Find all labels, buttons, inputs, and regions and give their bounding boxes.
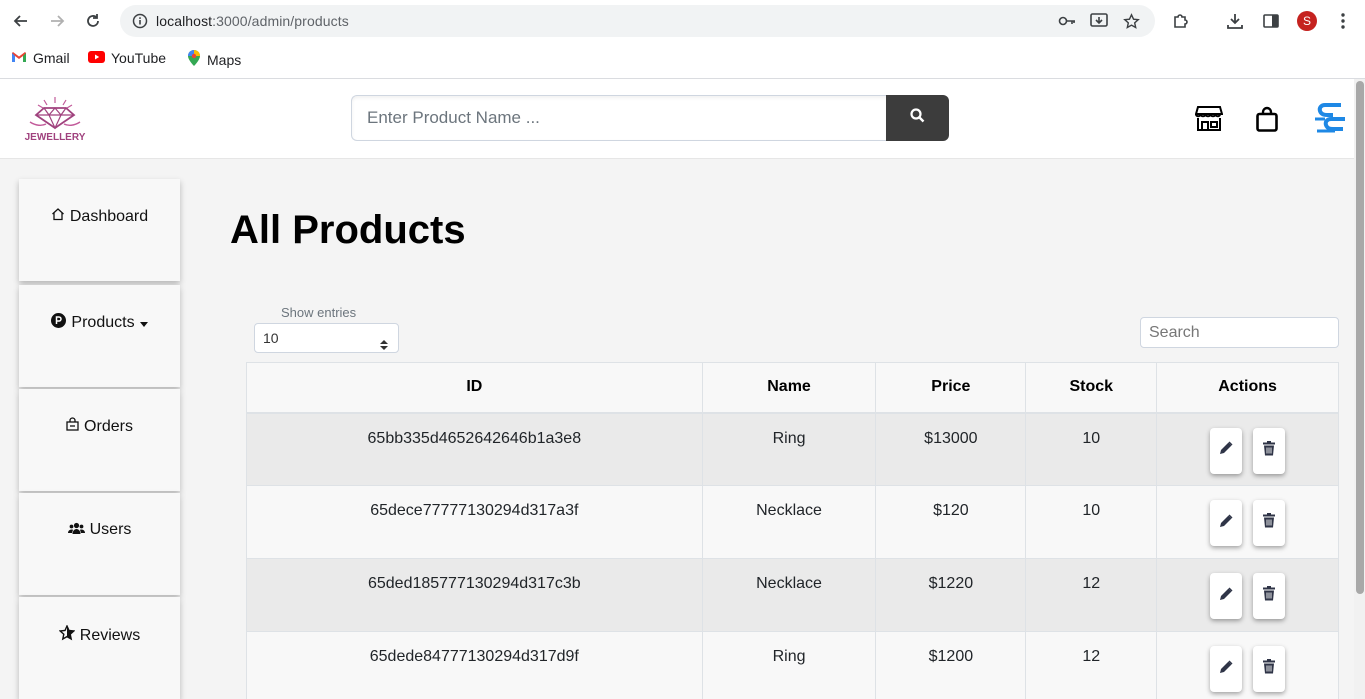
jewellery-logo[interactable]: JEWELLERY — [22, 95, 88, 143]
side-panel-icon[interactable] — [1261, 11, 1281, 31]
url-text: localhost:3000/admin/products — [156, 13, 349, 29]
trash-icon — [1262, 513, 1275, 533]
product-search — [351, 95, 949, 141]
trash-icon — [1262, 440, 1275, 461]
pencil-icon — [1219, 441, 1233, 460]
app-header: JEWELLERY — [0, 79, 1354, 159]
bookmark-youtube[interactable]: YouTube — [88, 50, 166, 66]
scrollbar-thumb[interactable] — [1356, 81, 1364, 594]
store-icon[interactable] — [1195, 103, 1223, 133]
bookmark-gmail[interactable]: Gmail — [11, 50, 70, 66]
edit-button[interactable] — [1210, 646, 1243, 692]
pencil-icon — [1219, 660, 1233, 679]
gmail-icon — [11, 50, 27, 66]
cell-actions — [1156, 412, 1339, 486]
sidebar-item-reviews[interactable]: Reviews — [19, 597, 180, 699]
sidebar-item-users[interactable]: Users — [19, 493, 180, 595]
table-row: 65bb335d4652642646b1a3e8 Ring $13000 10 — [246, 412, 1339, 486]
entries-per-page-select[interactable]: 10 — [254, 323, 399, 353]
page-scrollbar[interactable] — [1354, 79, 1365, 699]
youtube-icon — [88, 50, 105, 66]
cell-stock: 10 — [1025, 485, 1158, 559]
sidebar-item-orders[interactable]: Orders — [19, 389, 180, 491]
delete-button[interactable] — [1252, 573, 1285, 619]
profile-avatar[interactable]: S — [1297, 11, 1317, 31]
sidebar-item-products[interactable]: Products — [19, 285, 180, 387]
table-row: 65ded185777130294d317c3b Necklace $1220 … — [246, 558, 1339, 632]
product-search-input[interactable] — [351, 95, 887, 141]
address-bar[interactable]: localhost:3000/admin/products — [120, 5, 1155, 37]
cell-price: $120 — [875, 485, 1027, 559]
pencil-icon — [1219, 514, 1233, 533]
page-title: All Products — [230, 208, 466, 252]
column-header-price[interactable]: Price — [875, 362, 1027, 414]
cell-id: 65dece77777130294d317a3f — [246, 485, 703, 559]
trash-icon — [1262, 659, 1275, 679]
select-updown-icon — [380, 332, 388, 360]
column-header-stock[interactable]: Stock — [1025, 362, 1158, 414]
cell-stock: 12 — [1025, 558, 1158, 632]
show-entries-label: Show entries — [281, 305, 357, 320]
forward-icon[interactable] — [46, 10, 68, 32]
delete-button[interactable] — [1252, 646, 1285, 692]
trash-icon — [1262, 586, 1275, 606]
column-header-actions: Actions — [1156, 362, 1339, 414]
cell-id: 65ded185777130294d317c3b — [246, 558, 703, 632]
cell-stock: 10 — [1025, 412, 1158, 486]
cell-actions — [1156, 485, 1339, 559]
brand-ss-logo[interactable] — [1311, 99, 1349, 137]
cell-actions — [1156, 631, 1339, 699]
delete-button[interactable] — [1252, 500, 1285, 546]
bookmarks-bar: Gmail YouTube Maps — [0, 42, 1365, 79]
maps-icon — [187, 50, 201, 69]
column-header-name[interactable]: Name — [701, 362, 877, 414]
reload-icon[interactable] — [82, 10, 104, 32]
bookmark-maps[interactable]: Maps — [187, 50, 241, 69]
shopping-bag-icon[interactable] — [1255, 105, 1279, 133]
extensions-icon[interactable] — [1171, 11, 1191, 31]
svg-text:JEWELLERY: JEWELLERY — [25, 132, 86, 143]
downloads-icon[interactable] — [1225, 11, 1245, 31]
cell-name: Necklace — [701, 558, 877, 632]
cell-id: 65bb335d4652642646b1a3e8 — [246, 412, 703, 486]
cell-name: Ring — [701, 631, 877, 699]
table-search-input[interactable] — [1140, 317, 1339, 348]
home-icon — [51, 207, 65, 226]
menu-kebab-icon[interactable] — [1333, 11, 1353, 31]
cell-stock: 12 — [1025, 631, 1158, 699]
table-header-row: ID Name Price Stock Actions — [246, 362, 1339, 414]
edit-button[interactable] — [1210, 427, 1243, 474]
cell-price: $1200 — [875, 631, 1027, 699]
back-icon[interactable] — [10, 10, 32, 32]
star-icon — [58, 624, 76, 646]
bookmark-star-icon[interactable] — [1121, 11, 1141, 31]
entries-select-value: 10 — [263, 330, 279, 346]
cell-price: $13000 — [875, 412, 1027, 486]
pencil-icon — [1219, 587, 1233, 606]
table-row: 65dede84777130294d317d9f Ring $1200 12 — [246, 631, 1339, 699]
install-app-icon[interactable] — [1089, 11, 1109, 31]
cell-name: Ring — [701, 412, 877, 486]
delete-button[interactable] — [1252, 427, 1285, 474]
p-circle-icon — [51, 313, 67, 333]
caret-down-icon — [139, 314, 148, 332]
users-icon — [67, 521, 85, 539]
products-table: ID Name Price Stock Actions 65bb335d4652… — [246, 362, 1339, 699]
search-icon — [910, 108, 925, 128]
column-header-id[interactable]: ID — [246, 362, 703, 414]
table-row: 65dece77777130294d317a3f Necklace $120 1… — [246, 485, 1339, 559]
edit-button[interactable] — [1210, 573, 1243, 619]
key-icon[interactable] — [1057, 11, 1077, 31]
edit-button[interactable] — [1210, 500, 1243, 546]
cell-name: Necklace — [701, 485, 877, 559]
cell-id: 65dede84777130294d317d9f — [246, 631, 703, 699]
lock-bag-icon — [66, 417, 79, 436]
cell-price: $1220 — [875, 558, 1027, 632]
product-search-button[interactable] — [886, 95, 949, 141]
cell-actions — [1156, 558, 1339, 632]
browser-toolbar: localhost:3000/admin/products S — [0, 0, 1365, 42]
sidebar-item-dashboard[interactable]: Dashboard — [19, 179, 180, 281]
site-info-icon[interactable] — [132, 13, 148, 34]
